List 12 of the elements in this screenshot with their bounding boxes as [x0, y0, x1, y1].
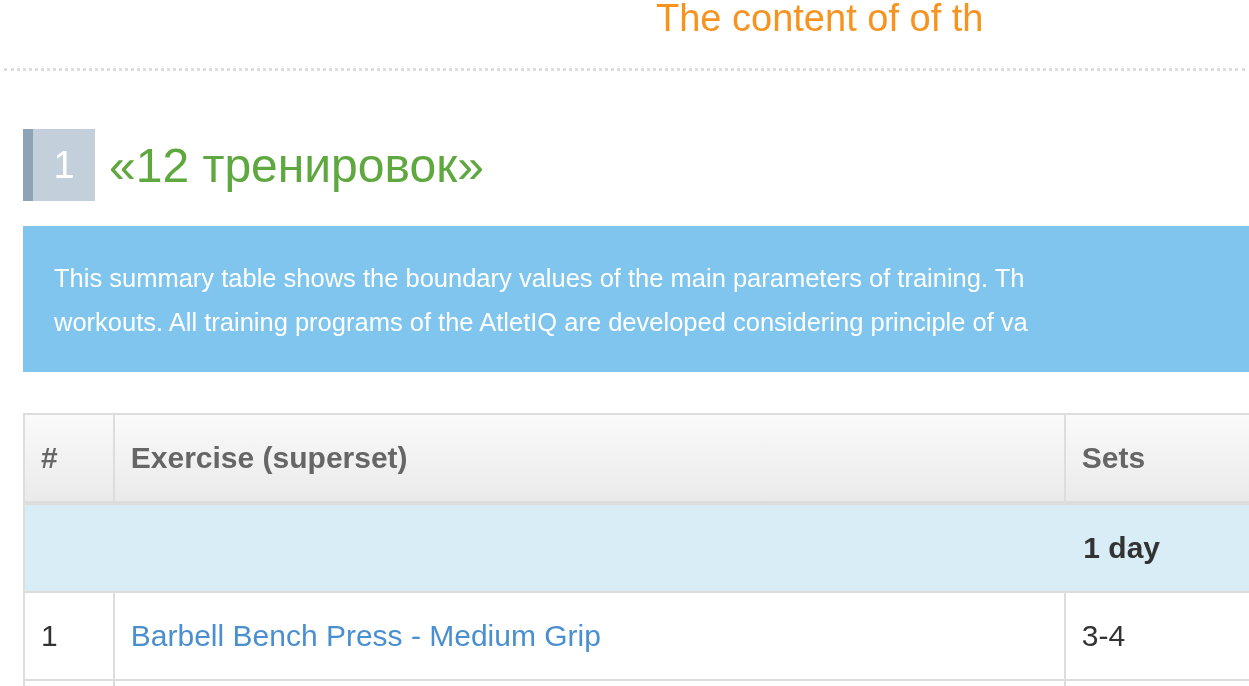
info-text: workouts. All training programs of the AtletIQ are developed considering principle of va [54, 307, 1029, 338]
day-label: 1 day [1083, 531, 1160, 565]
table-cell: 1 [25, 593, 115, 679]
info-text: This summary table shows the boundary values of the main parameters of training. Th [54, 263, 1026, 294]
column-header: Sets [1080, 440, 1147, 476]
section-title: «12 тренировок» [109, 137, 484, 193]
page-title: The content of of th [656, 0, 985, 40]
exercise-link[interactable]: Barbell Bench Press - Medium Grip [130, 619, 601, 653]
column-header: Exercise (superset) [114, 415, 1066, 501]
section-number: 1 [23, 129, 95, 201]
table-cell-text: 3-4 [1080, 618, 1127, 654]
column-header: # [25, 415, 115, 501]
